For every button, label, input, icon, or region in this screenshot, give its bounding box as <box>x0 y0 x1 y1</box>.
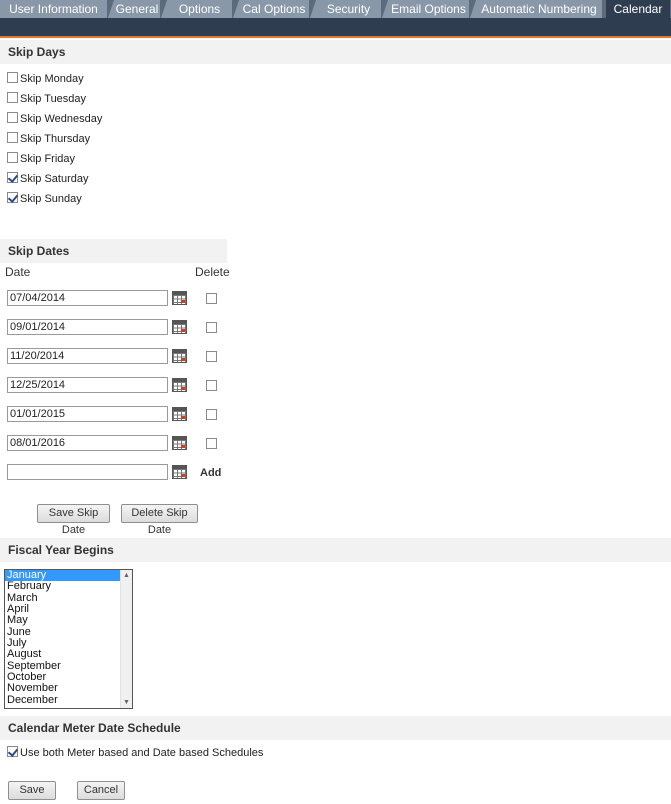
delete-date-checkbox[interactable] <box>206 293 217 304</box>
tab-cal-options[interactable]: Cal Options <box>233 0 310 18</box>
tab-email-options[interactable]: Email Options <box>382 0 470 18</box>
delete-column-header: Delete <box>195 265 230 279</box>
skip-friday-checkbox[interactable] <box>7 152 18 163</box>
skip-date-input[interactable] <box>7 319 168 335</box>
fiscal-year-header: Fiscal Year Begins <box>0 538 671 562</box>
calendar-icon[interactable] <box>172 320 187 334</box>
tab-options[interactable]: Options <box>161 0 233 18</box>
delete-date-checkbox[interactable] <box>206 409 217 420</box>
scroll-up-icon[interactable]: ▲ <box>121 570 132 581</box>
skip-monday-label: Skip Monday <box>20 73 84 85</box>
calendar-icon[interactable] <box>172 349 187 363</box>
skip-saturday-checkbox[interactable] <box>7 172 18 183</box>
scroll-down-icon[interactable]: ▼ <box>121 697 132 708</box>
skip-date-input[interactable] <box>7 290 168 306</box>
fiscal-month-listbox[interactable]: January February March April May June Ju… <box>4 569 133 709</box>
listbox-scrollbar[interactable]: ▲ ▼ <box>120 570 132 708</box>
calendar-icon[interactable] <box>172 436 187 450</box>
use-both-schedules-checkbox[interactable] <box>7 746 18 757</box>
add-label: Add <box>200 467 222 479</box>
delete-date-checkbox[interactable] <box>206 351 217 362</box>
skip-date-input[interactable] <box>7 406 168 422</box>
save-skip-date-button[interactable]: Save Skip Date <box>37 504 110 536</box>
skip-thursday-label: Skip Thursday <box>20 133 91 145</box>
tab-user-information[interactable]: User Information <box>0 0 108 18</box>
skip-tuesday-checkbox[interactable] <box>7 92 18 103</box>
tab-security[interactable]: Security <box>310 0 382 18</box>
tab-automatic-numbering[interactable]: Automatic Numbering <box>470 0 603 18</box>
delete-date-checkbox[interactable] <box>206 438 217 449</box>
list-item[interactable]: December <box>5 694 121 706</box>
skip-days-header: Skip Days <box>0 40 671 64</box>
skip-date-input[interactable] <box>7 377 168 393</box>
skip-friday-label: Skip Friday <box>20 153 76 165</box>
meter-schedule-header: Calendar Meter Date Schedule <box>0 716 671 740</box>
calendar-icon[interactable] <box>172 407 187 421</box>
cancel-button[interactable]: Cancel <box>77 781 125 800</box>
skip-wednesday-checkbox[interactable] <box>7 112 18 123</box>
use-both-schedules-label: Use both Meter based and Date based Sche… <box>20 747 264 759</box>
delete-date-checkbox[interactable] <box>206 322 217 333</box>
skip-thursday-checkbox[interactable] <box>7 132 18 143</box>
new-skip-date-input[interactable] <box>7 464 168 480</box>
delete-skip-date-button[interactable]: Delete Skip Date <box>121 504 198 536</box>
tab-general[interactable]: General <box>108 0 161 18</box>
skip-sunday-checkbox[interactable] <box>7 192 18 203</box>
list-item[interactable]: February <box>5 580 121 592</box>
date-column-header: Date <box>5 265 31 279</box>
skip-wednesday-label: Skip Wednesday <box>20 113 103 125</box>
skip-saturday-label: Skip Saturday <box>20 173 89 185</box>
save-button[interactable]: Save <box>8 781 56 800</box>
calendar-icon[interactable] <box>172 465 187 479</box>
skip-date-input[interactable] <box>7 435 168 451</box>
skip-sunday-label: Skip Sunday <box>20 193 82 205</box>
calendar-icon[interactable] <box>172 378 187 392</box>
delete-date-checkbox[interactable] <box>206 380 217 391</box>
skip-monday-checkbox[interactable] <box>7 72 18 83</box>
skip-dates-header: Skip Dates <box>0 239 227 263</box>
tab-bar: User Information General Options Cal Opt… <box>0 0 671 38</box>
skip-date-input[interactable] <box>7 348 168 364</box>
calendar-icon[interactable] <box>172 291 187 305</box>
skip-tuesday-label: Skip Tuesday <box>20 93 87 105</box>
tab-calendar[interactable]: Calendar <box>606 0 671 18</box>
